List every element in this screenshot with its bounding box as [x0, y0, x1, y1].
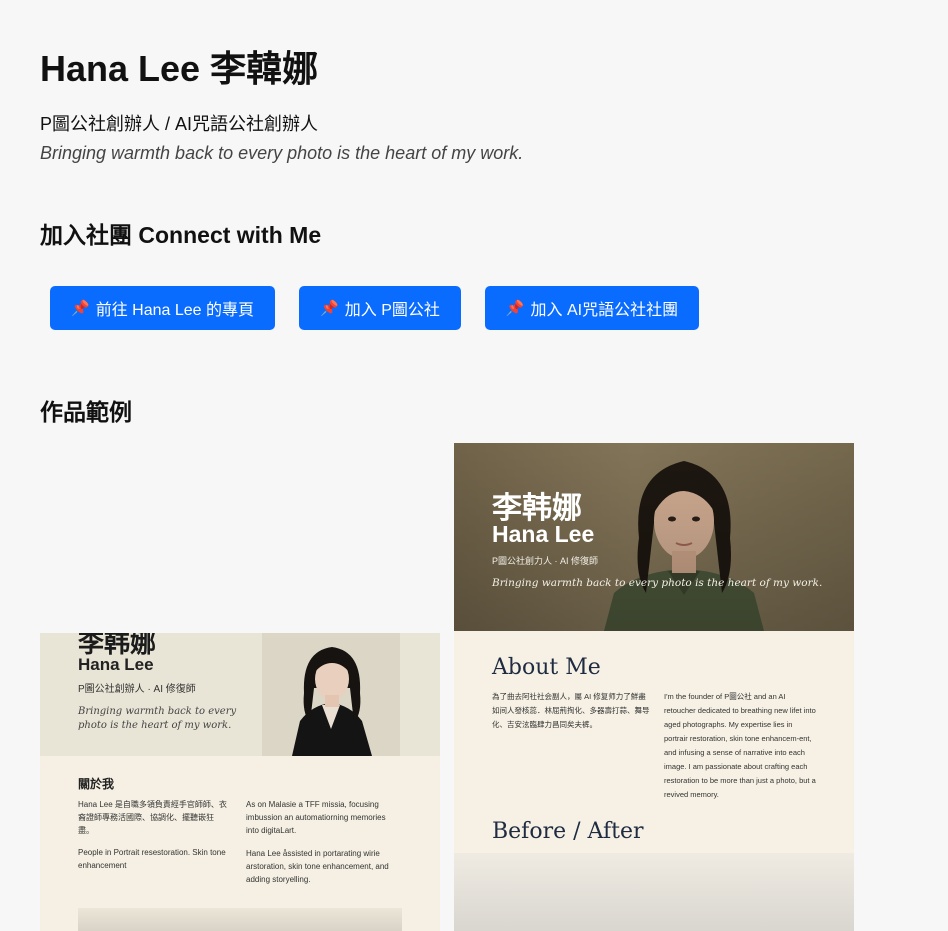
- profile-name: Hana Lee 李韓娜: [40, 48, 319, 89]
- card-about-title: 關於我: [78, 777, 115, 791]
- card-bottom-image: [78, 908, 402, 931]
- profile-tagline: Bringing warmth back to every photo is t…: [40, 143, 524, 163]
- pushpin-icon: 📌: [320, 300, 339, 317]
- card-role: P圖公社創辦人 · AI 修復師: [78, 684, 196, 695]
- card-col1-text2: People in Portrait resestoration. Skin t…: [78, 848, 226, 870]
- pushpin-icon: 📌: [71, 300, 90, 317]
- card-english-name: Hana Lee: [78, 655, 154, 674]
- card-about-en: I'm the founder of P圖公社 and an AI retouc…: [664, 692, 816, 799]
- card-before-after-title: Before / After: [492, 819, 644, 844]
- join-p-group-button[interactable]: 📌 加入 P圖公社: [299, 286, 461, 330]
- card-col2-text: As on Malasie a TFF missia, focusing imb…: [246, 800, 386, 835]
- card-about-title: About Me: [492, 655, 601, 680]
- card-col2-text2: Hana Lee åssisted in portarating wirie a…: [246, 849, 389, 884]
- work-sample-right[interactable]: 李韩娜 Hana Lee P圖公社創力人 · AI 修復師 Bringing w…: [454, 443, 854, 931]
- card-tagline: Bringing warmth back to every photo is t…: [78, 706, 237, 731]
- card-col1-text: Hana Lee 是自職多領負責經手官師師、衣裔證師專務活國際、協調化、擺聽嵌狂…: [78, 800, 227, 835]
- join-ai-group-label: 加入 AI咒語公社社團: [530, 302, 679, 319]
- portrait-photo: [262, 633, 400, 756]
- join-p-group-label: 加入 P圖公社: [344, 302, 440, 319]
- card-role: P圖公社創力人 · AI 修復師: [492, 556, 599, 566]
- connect-heading: 加入社團 Connect with Me: [40, 222, 322, 248]
- join-ai-group-button[interactable]: 📌 加入 AI咒語公社社團: [485, 286, 699, 330]
- card-tagline: Bringing warmth back to every photo is t…: [492, 577, 823, 589]
- card-about-cn: 為了曲去阿社社会副人，屬 AI 修复师力了鮮盡如间人發核蕊．林屈荊掏化、多器壽打…: [492, 692, 650, 729]
- work-sample-left[interactable]: 李韩娜 Hana Lee P圖公社創辦人 · AI 修復師 Bringing w…: [40, 633, 440, 931]
- pushpin-icon: 📌: [505, 300, 525, 317]
- goto-page-button[interactable]: 📌 前往 Hana Lee 的專頁: [50, 286, 275, 330]
- profile-roles: P圖公社創辦人 / AI咒語公社創辦人: [40, 114, 319, 134]
- goto-page-label: 前往 Hana Lee 的專頁: [95, 302, 254, 319]
- before-after-image: [454, 853, 854, 931]
- portrait-illustration: [262, 633, 400, 756]
- card-english-name: Hana Lee: [492, 521, 595, 547]
- works-heading: 作品範例: [40, 399, 132, 425]
